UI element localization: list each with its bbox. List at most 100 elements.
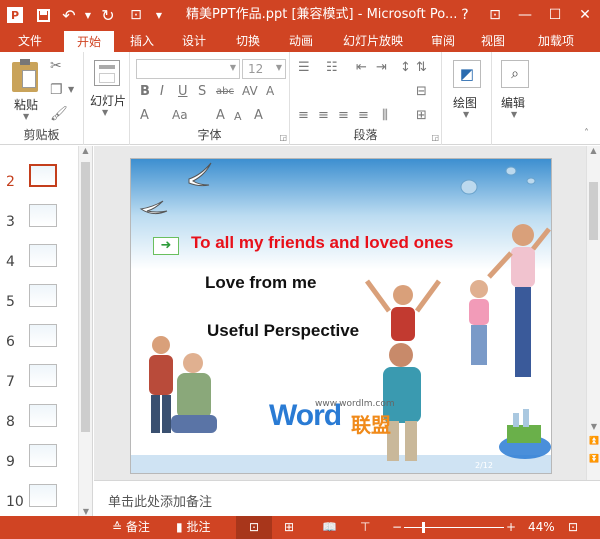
slide-heading[interactable]: To all my friends and loved ones	[191, 233, 453, 253]
decrease-indent-icon[interactable]: ⇤	[356, 60, 367, 75]
next-slide-icon[interactable]: ⏬	[587, 454, 600, 463]
tab-review[interactable]: 审阅	[420, 30, 466, 52]
normal-view-icon[interactable]: ⊡	[236, 516, 272, 539]
grow-font-icon[interactable]: A	[216, 108, 225, 123]
shadow-icon[interactable]: S	[198, 84, 206, 99]
convert-smartart-icon[interactable]: ⊞	[416, 108, 427, 123]
columns-icon[interactable]: ⫼	[382, 108, 388, 123]
align-left-icon[interactable]: ≡	[298, 108, 309, 123]
thumbnail-slide-5[interactable]: 5	[0, 284, 80, 320]
editing-button[interactable]: 编辑	[501, 94, 525, 111]
copy-dropdown-icon[interactable]: ▼	[68, 85, 74, 94]
thumbnail-slide-10[interactable]: 10	[0, 484, 80, 520]
slides-dropdown-icon[interactable]: ▼	[102, 108, 108, 117]
italic-icon[interactable]: I	[160, 84, 164, 99]
current-slide[interactable]: ➜ To all my friends and loved ones Love …	[130, 158, 552, 474]
scroll-thumb[interactable]	[81, 162, 90, 432]
tab-home[interactable]: 开始	[64, 30, 114, 52]
fit-slide-icon[interactable]: ⊡	[568, 516, 578, 539]
editing-dropdown-icon[interactable]: ▼	[511, 110, 517, 119]
thumbnail-slide-3[interactable]: 3	[0, 204, 80, 240]
close-button[interactable]: ✕	[570, 0, 600, 30]
tab-addins[interactable]: 加载项	[524, 30, 588, 52]
minimize-button[interactable]: —	[510, 0, 540, 30]
paragraph-dialog-launcher-icon[interactable]: ◲	[431, 133, 439, 142]
font-color-icon[interactable]: A	[140, 108, 149, 123]
clear-formatting-icon[interactable]: A	[254, 108, 263, 123]
shapes-icon[interactable]: ◩	[453, 60, 481, 88]
thumbnail-slide-2[interactable]: 2	[0, 164, 80, 200]
underline-icon[interactable]: U	[178, 84, 188, 99]
slideshow-view-icon[interactable]: ⊤	[360, 516, 370, 539]
center-icon[interactable]: ≡	[318, 108, 329, 123]
tab-file[interactable]: 文件	[0, 30, 60, 52]
align-right-icon[interactable]: ≡	[338, 108, 349, 123]
notes-toggle-button[interactable]: ≙ 备注	[112, 516, 150, 539]
zoom-slider-thumb[interactable]	[422, 522, 425, 533]
ribbon-display-options-icon[interactable]: ⊡	[480, 0, 510, 30]
character-spacing-icon[interactable]: AV	[242, 84, 258, 98]
tab-transitions[interactable]: 切换	[222, 30, 274, 52]
bullets-icon[interactable]: ☰	[298, 60, 310, 75]
paste-button[interactable]: 粘贴	[14, 96, 38, 113]
increase-indent-icon[interactable]: ⇥	[376, 60, 387, 75]
tab-slideshow[interactable]: 幻灯片放映	[332, 30, 414, 52]
increase-font-icon[interactable]: A	[266, 84, 274, 98]
font-dialog-launcher-icon[interactable]: ◲	[279, 133, 287, 142]
customize-toolbar-icon[interactable]: ▼	[150, 0, 168, 30]
reading-view-icon[interactable]: 📖	[322, 516, 337, 539]
scroll-up-icon[interactable]: ▲	[587, 146, 600, 155]
zoom-in-icon[interactable]: +	[506, 516, 516, 539]
slide-line-2[interactable]: Love from me	[205, 273, 316, 293]
collapse-ribbon-icon[interactable]: ˄	[584, 128, 589, 139]
drawing-button[interactable]: 绘图	[453, 94, 477, 111]
new-slide-icon[interactable]	[94, 60, 120, 86]
zoom-slider[interactable]	[404, 522, 504, 533]
bold-icon[interactable]: B	[140, 84, 150, 99]
zoom-level[interactable]: 44%	[528, 516, 555, 539]
text-direction-icon[interactable]: ⇅	[416, 60, 427, 75]
thumbnail-slide-4[interactable]: 4	[0, 244, 80, 280]
strikethrough-icon[interactable]: abc	[216, 86, 234, 97]
save-icon[interactable]	[30, 0, 56, 30]
format-painter-icon[interactable]: 🖌	[50, 106, 68, 122]
shrink-font-icon[interactable]: A	[234, 110, 242, 123]
scroll-down-icon[interactable]: ▼	[587, 422, 600, 431]
drawing-dropdown-icon[interactable]: ▼	[463, 110, 469, 119]
copy-icon[interactable]: ❐	[50, 82, 63, 98]
scroll-thumb[interactable]	[589, 182, 598, 240]
tab-view[interactable]: 视图	[470, 30, 516, 52]
change-case-icon[interactable]: Aa	[172, 108, 188, 122]
thumbnail-slide-7[interactable]: 7	[0, 364, 80, 400]
scroll-down-icon[interactable]: ▼	[79, 507, 93, 516]
tab-insert[interactable]: 插入	[118, 30, 166, 52]
redo-icon[interactable]: ↻	[94, 0, 122, 30]
font-name-combo[interactable]: ▼	[136, 59, 240, 79]
zoom-out-icon[interactable]: −	[392, 516, 402, 539]
cut-icon[interactable]: ✂	[50, 58, 62, 74]
maximize-button[interactable]: ☐	[540, 0, 570, 30]
undo-icon[interactable]: ↶	[56, 0, 82, 30]
notes-pane[interactable]: 单击此处添加备注	[94, 480, 600, 516]
thumbnail-scrollbar[interactable]: ▲ ▼	[78, 146, 92, 516]
thumbnail-slide-9[interactable]: 9	[0, 444, 80, 480]
slide-sorter-view-icon[interactable]: ⊞	[284, 516, 294, 539]
align-text-icon[interactable]: ⊟	[416, 84, 427, 99]
comments-toggle-button[interactable]: ▮ 批注	[176, 516, 210, 539]
notes-placeholder[interactable]: 单击此处添加备注	[108, 491, 212, 510]
undo-dropdown-icon[interactable]: ▼	[82, 0, 94, 30]
font-size-combo[interactable]: 12 ▼	[242, 59, 286, 79]
slide-line-3[interactable]: Useful Perspective	[207, 321, 359, 341]
help-button[interactable]: ?	[450, 0, 480, 30]
thumbnail-slide-6[interactable]: 6	[0, 324, 80, 360]
slideshow-from-start-icon[interactable]: ⊡	[122, 0, 150, 30]
find-icon[interactable]: ⌕	[501, 60, 529, 88]
numbering-icon[interactable]: ☷	[326, 60, 338, 75]
editor-scrollbar[interactable]: ▲ ▼ ⏫ ⏬	[586, 146, 600, 480]
paste-icon[interactable]	[12, 59, 38, 92]
tab-design[interactable]: 设计	[170, 30, 218, 52]
previous-slide-icon[interactable]: ⏫	[587, 436, 600, 445]
slides-button[interactable]: 幻灯片	[90, 92, 126, 109]
powerpoint-icon[interactable]: P	[0, 0, 30, 30]
thumbnail-slide-8[interactable]: 8	[0, 404, 80, 440]
